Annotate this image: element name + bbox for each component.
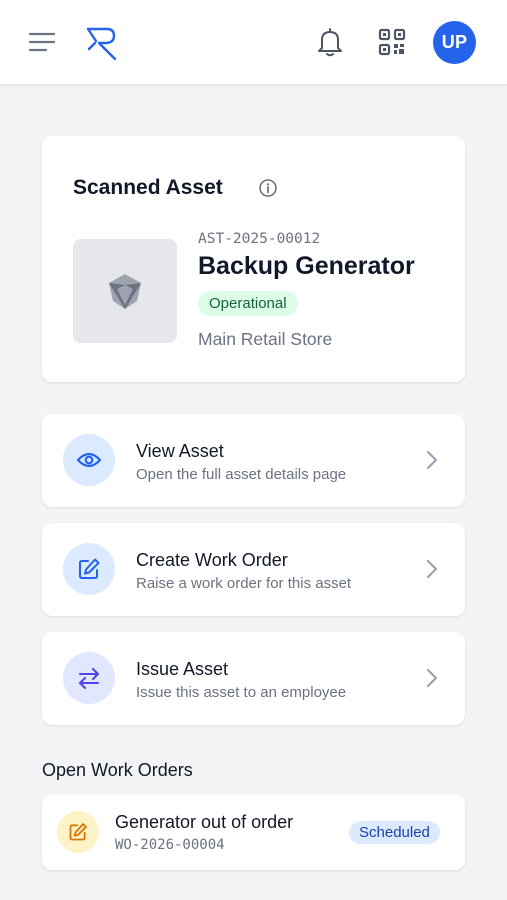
menu-icon[interactable]: [26, 26, 58, 58]
qr-code-icon[interactable]: [375, 25, 409, 59]
action-subtitle: Open the full asset details page: [136, 466, 347, 483]
issue-asset-card[interactable]: Issue Asset Issue this asset to an emplo…: [42, 632, 465, 725]
info-icon[interactable]: [258, 178, 278, 198]
chevron-right-icon: [422, 557, 442, 581]
action-subtitle: Issue this asset to an employee: [136, 684, 347, 701]
work-order-item[interactable]: Generator out of order WO-2026-00004 Sch…: [42, 794, 465, 870]
work-order-code: WO-2026-00004: [115, 837, 225, 853]
bell-icon[interactable]: [313, 25, 347, 59]
swap-icon: [63, 652, 115, 704]
status-badge: Operational: [198, 291, 298, 316]
chevron-right-icon: [422, 448, 442, 472]
open-work-orders-title: Open Work Orders: [42, 760, 193, 780]
asset-location: Main Retail Store: [198, 329, 333, 349]
edit-icon: [57, 811, 99, 853]
create-work-order-card[interactable]: Create Work Order Raise a work order for…: [42, 523, 465, 616]
logo-icon[interactable]: [84, 24, 120, 62]
action-title: Create Work Order: [136, 550, 288, 570]
view-asset-card[interactable]: View Asset Open the full asset details p…: [42, 414, 465, 507]
eye-icon: [63, 434, 115, 486]
edit-icon: [63, 543, 115, 595]
action-title: View Asset: [136, 441, 224, 461]
scanned-asset-title: Scanned Asset: [73, 176, 223, 199]
avatar[interactable]: UP: [433, 21, 476, 64]
action-subtitle: Raise a work order for this asset: [136, 575, 352, 592]
asset-code: AST-2025-00012: [198, 231, 321, 247]
chevron-right-icon: [422, 666, 442, 690]
action-title: Issue Asset: [136, 659, 229, 679]
asset-thumbnail: [73, 239, 177, 343]
scanned-asset-card: Scanned Asset AST-2025-00012 Backup Gene…: [42, 136, 465, 382]
asset-name: Backup Generator: [198, 252, 415, 280]
status-badge: Scheduled: [349, 821, 440, 844]
top-bar: UP: [0, 0, 507, 85]
work-order-title: Generator out of order: [115, 812, 294, 832]
cube-icon: [109, 274, 141, 309]
